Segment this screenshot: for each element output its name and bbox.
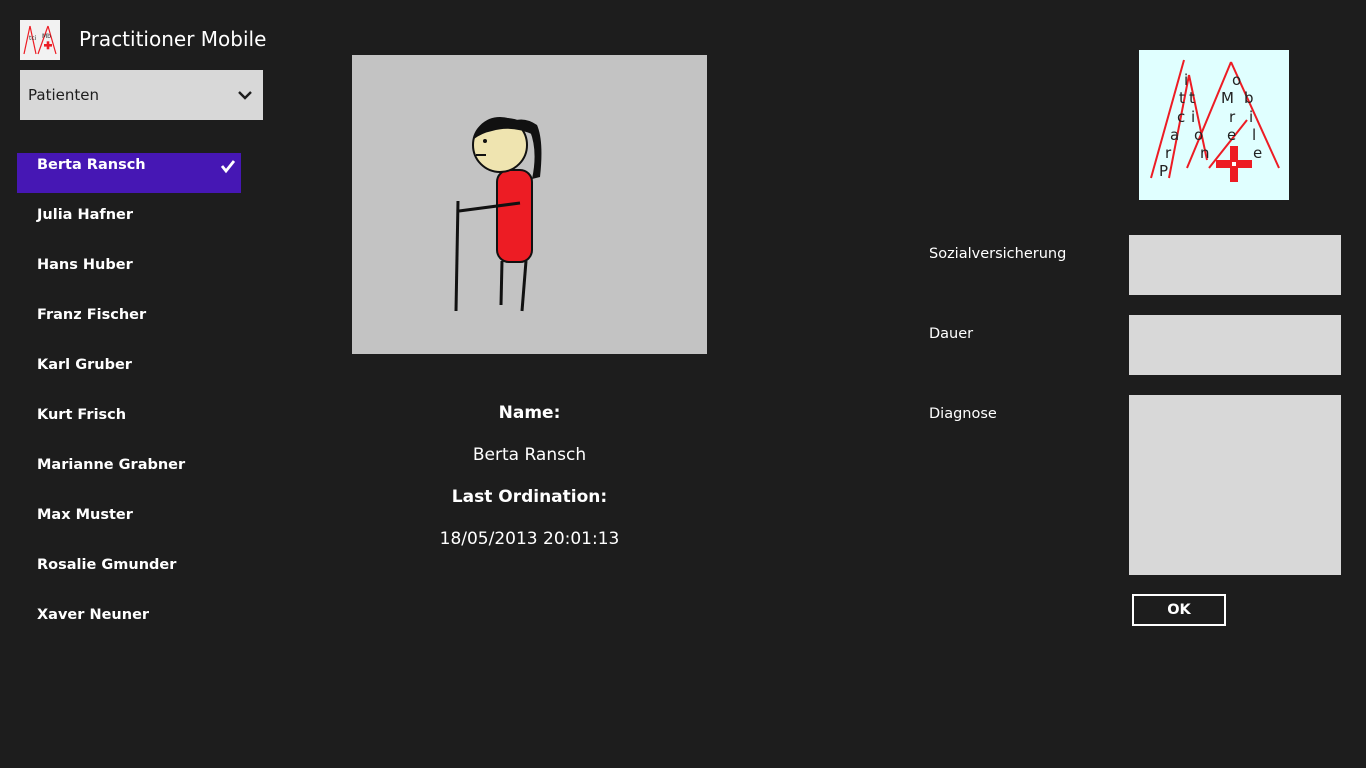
logo-letter: n	[1200, 144, 1210, 162]
social-insurance-label: Sozialversicherung	[929, 246, 1067, 262]
duration-label: Dauer	[929, 326, 974, 342]
name-label: Name:	[498, 403, 561, 423]
patient-name: Julia Hafner	[37, 207, 134, 223]
patient-name: Berta Ransch	[37, 157, 146, 173]
last-ordination-value: 18/05/2013 20:01:13	[439, 529, 620, 549]
logo-letter: l	[1252, 126, 1256, 144]
patient-item-rosalie-gmunder[interactable]: Rosalie Gmunder	[17, 553, 241, 593]
practitioner-mobile-logo-icon: i t t c i a r P o n e o M b r i l e	[1139, 50, 1289, 200]
chevron-down-icon	[237, 87, 253, 103]
duration-input[interactable]	[1129, 315, 1341, 375]
patient-name: Hans Huber	[37, 257, 133, 273]
patient-name: Rosalie Gmunder	[37, 557, 177, 573]
patient-name: Karl Gruber	[37, 357, 132, 373]
social-insurance-input[interactable]	[1129, 235, 1341, 295]
patient-list: Berta Ransch Julia Hafner Hans Huber Fra…	[17, 153, 241, 653]
logo-letter: M	[1221, 89, 1234, 107]
logo-letter: t	[1179, 89, 1185, 107]
patient-item-franz-fischer[interactable]: Franz Fischer	[17, 303, 241, 343]
logo-letter: o	[1194, 126, 1203, 144]
logo-letter: e	[1253, 144, 1262, 162]
diagnosis-textarea[interactable]	[1129, 395, 1341, 575]
ok-button[interactable]: OK	[1132, 594, 1226, 626]
patient-details: Name: Berta Ransch Last Ordination: 18/0…	[352, 400, 707, 568]
patient-item-kurt-frisch[interactable]: Kurt Frisch	[17, 403, 241, 443]
app-window: tci Mb Practitioner Mobile Patienten Ber…	[0, 0, 1366, 768]
patient-item-hans-huber[interactable]: Hans Huber	[17, 253, 241, 293]
logo-letter: a	[1170, 126, 1179, 144]
app-title: Practitioner Mobile	[79, 27, 267, 51]
dropdown-selected-label: Patienten	[28, 86, 99, 104]
name-value: Berta Ransch	[472, 445, 587, 465]
diagnosis-label: Diagnose	[929, 406, 997, 422]
patient-name: Max Muster	[37, 507, 133, 523]
patient-item-julia-hafner[interactable]: Julia Hafner	[17, 203, 241, 243]
app-logo-icon: tci Mb	[20, 20, 60, 60]
logo-letter: i	[1191, 108, 1195, 126]
patient-item-karl-gruber[interactable]: Karl Gruber	[17, 353, 241, 393]
category-dropdown[interactable]: Patienten	[20, 70, 263, 120]
patient-item-marianne-grabner[interactable]: Marianne Grabner	[17, 453, 241, 493]
logo-letter: o	[1232, 71, 1241, 89]
patient-name: Kurt Frisch	[37, 407, 127, 423]
svg-text:tci: tci	[29, 35, 37, 42]
checkmark-icon	[220, 158, 236, 174]
logo-letter: i	[1184, 71, 1188, 89]
logo-letter: i	[1249, 108, 1253, 126]
svg-text:Mb: Mb	[42, 33, 51, 40]
patient-name: Franz Fischer	[37, 307, 147, 323]
logo-letter: t	[1189, 89, 1195, 107]
patient-item-berta-ransch[interactable]: Berta Ransch	[17, 153, 241, 193]
patient-name: Xaver Neuner	[37, 607, 150, 623]
patient-name: Marianne Grabner	[37, 457, 186, 473]
last-ordination-label: Last Ordination:	[451, 487, 608, 507]
patient-item-max-muster[interactable]: Max Muster	[17, 503, 241, 543]
patient-photo	[352, 55, 707, 354]
logo-letter: P	[1159, 162, 1168, 180]
logo-letter: e	[1227, 126, 1236, 144]
logo-letter: r	[1229, 108, 1236, 126]
logo-letter: r	[1165, 144, 1172, 162]
logo-letter: c	[1177, 108, 1185, 126]
patient-item-xaver-neuner[interactable]: Xaver Neuner	[17, 603, 241, 643]
logo-letter: b	[1244, 89, 1254, 107]
